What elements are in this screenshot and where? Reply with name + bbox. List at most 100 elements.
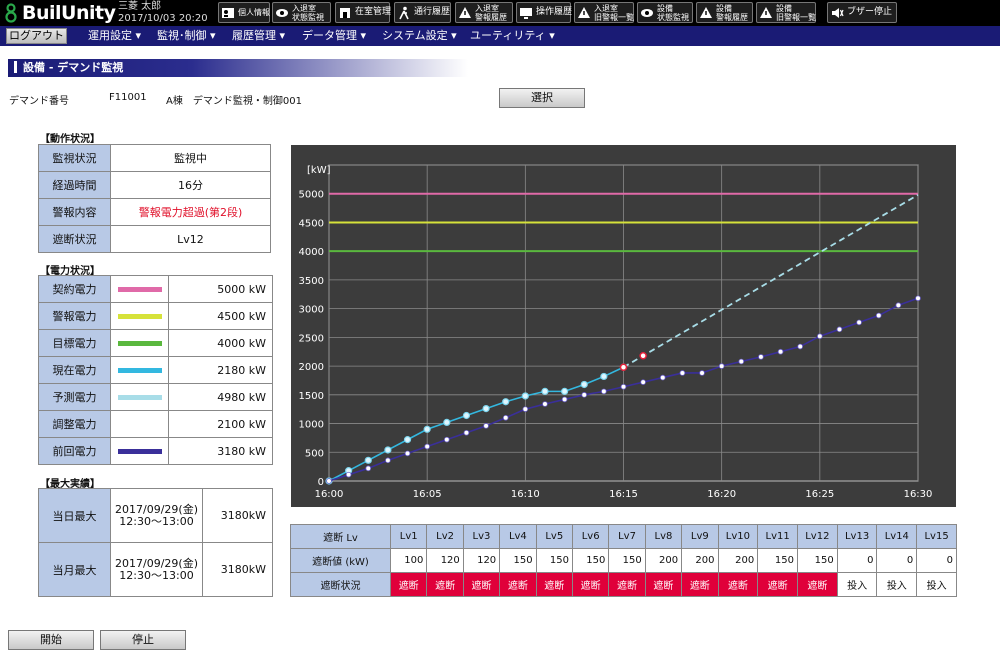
table-row: 監視状況 監視中 [38, 144, 271, 172]
toolbar-facility-old-alarm-button[interactable]: 設備 旧警報一覧 [756, 2, 816, 23]
cutoff-value-cell: 120 [462, 548, 501, 573]
app-logo: BuilUnity [4, 2, 116, 24]
cutoff-status-cell: 遮断 [644, 572, 683, 597]
toolbar-buzzer-stop-button[interactable]: ブザー停止 [827, 2, 897, 23]
power-label: 契約電力 [38, 275, 111, 303]
cutoff-value-cell: 100 [389, 548, 428, 573]
cutoff-level-cell: Lv9 [681, 524, 719, 549]
table-row: 目標電力 4000 kW [38, 329, 273, 357]
data-point [423, 425, 431, 433]
power-label: 予測電力 [38, 383, 111, 411]
cutoff-status-cell: 遮断 [608, 572, 646, 597]
toolbar-personal-info-button[interactable]: 個人情報 [218, 2, 270, 23]
status-value: Lv12 [110, 225, 271, 253]
x-tick-label: 16:15 [609, 489, 638, 500]
data-point [797, 343, 804, 350]
status-label: 遮断状況 [38, 225, 111, 253]
cutoff-level-cell: Lv13 [836, 524, 878, 549]
menu-history-management[interactable]: 履歴管理 ▾ [232, 29, 285, 43]
menu-monitoring-control[interactable]: 監視･制御 ▾ [157, 29, 216, 43]
cutoff-value-cell: 200 [717, 548, 759, 573]
table-row: 遮断 Lv Lv1 Lv2 Lv3 Lv4 Lv5 Lv6 Lv7 Lv8 Lv9 Lv10 Lv1… [290, 524, 957, 549]
data-point [640, 379, 646, 385]
data-point [364, 456, 372, 464]
demand-name: A棟 デマンド監視・制御001 [166, 96, 302, 107]
max-time: 12:30～13:00 [119, 514, 194, 528]
data-point [444, 436, 450, 443]
y-tick-label: 1500 [299, 391, 324, 402]
toolbar-room-management-button[interactable]: 在室管理 [335, 2, 391, 23]
table-row: 当日最大 2017/09/29(金) 12:30～13:00 3180kW [38, 488, 273, 543]
toolbar-facility-alarm-history-button[interactable]: 設備 警報履歴 [696, 2, 753, 23]
menu-system-settings[interactable]: システム設定 ▾ [382, 29, 457, 43]
data-point [699, 370, 705, 376]
forecast-power-swatch [117, 395, 162, 400]
power-label: 目標電力 [38, 329, 111, 357]
data-point [483, 423, 489, 429]
chevron-down-icon: ▾ [279, 29, 286, 42]
walking-icon [399, 6, 409, 19]
data-point [424, 443, 430, 450]
data-point [915, 295, 921, 302]
power-value: 4500 kW [168, 302, 273, 330]
logout-button[interactable]: ログアウト [6, 28, 67, 44]
select-button[interactable]: 選択 [499, 88, 585, 108]
data-point [463, 429, 470, 436]
cutoff-level-cell: Lv7 [608, 524, 646, 549]
power-value: 4000 kW [168, 329, 273, 357]
alarm-icon [459, 6, 471, 18]
data-point [758, 354, 764, 360]
cutoff-value-cell: 150 [535, 548, 573, 573]
menu-operation-settings[interactable]: 運用設定 ▾ [88, 29, 141, 43]
x-tick-label: 16:05 [413, 489, 442, 500]
table-row: 遮断値 (kW) 100 120 120 150 150 150 150 200 200 200 1… [290, 548, 957, 573]
data-point [345, 471, 352, 478]
toolbar-access-old-alarm-button[interactable]: 入退室 旧警報一覧 [574, 2, 634, 23]
max-label: 当月最大 [38, 542, 111, 597]
cutoff-status-cell: 遮断 [499, 572, 537, 597]
data-point [385, 457, 391, 464]
toolbar-operation-history-button[interactable]: 操作履歴 [516, 2, 572, 23]
start-button[interactable]: 開始 [8, 630, 94, 650]
chevron-down-icon: ▾ [451, 29, 457, 42]
y-tick-label: 4500 [299, 218, 324, 229]
cutoff-value-header: 遮断値 (kW) [290, 548, 391, 573]
toolbar-facility-status-button[interactable]: 設備 状態監視 [637, 2, 693, 23]
max-time: 12:30～13:00 [119, 568, 194, 582]
cutoff-value-cell: 150 [499, 548, 537, 573]
x-tick-label: 16:00 [315, 489, 344, 500]
toolbar-access-alarm-history-button[interactable]: 入退室 警報履歴 [455, 2, 513, 23]
menu-data-management[interactable]: データ管理 ▾ [302, 29, 366, 43]
toolbar-access-status-button[interactable]: 入退室 状態監視 [272, 2, 331, 23]
demand-number-label: デマンド番号 [9, 96, 69, 107]
data-point [462, 411, 471, 420]
monitor-icon [520, 7, 532, 19]
data-point [404, 450, 411, 457]
title-marker [14, 61, 17, 73]
contract-power-swatch [117, 287, 162, 292]
cutoff-level-cell: Lv11 [757, 524, 798, 549]
cutoff-value-cell: 150 [608, 548, 646, 573]
data-point [580, 380, 588, 389]
power-value: 5000 kW [168, 275, 273, 303]
cutoff-level-cell: Lv10 [717, 524, 759, 549]
stop-button[interactable]: 停止 [100, 630, 186, 650]
cutoff-status-cell: 遮断 [681, 572, 719, 597]
cutoff-status-cell: 遮断 [389, 572, 428, 597]
y-tick-label: 2500 [299, 333, 324, 344]
table-row: 予測電力 4980 kW [38, 383, 273, 411]
page-title: 設備 - デマンド監視 [8, 59, 468, 77]
cutoff-level-header: 遮断 Lv [290, 524, 391, 549]
toolbar-passage-history-button[interactable]: 通行履歴 [394, 2, 451, 23]
chevron-down-icon: ▾ [135, 29, 142, 42]
data-point [443, 418, 451, 426]
alarm-icon [700, 6, 712, 18]
max-value: 3180kW [202, 488, 273, 543]
table-row: 遮断状況 遮断 遮断 遮断 遮断 遮断 遮断 遮断 遮断 遮断 遮断 遮断 遮断 投入 投入 投入 [290, 572, 957, 597]
power-label: 警報電力 [38, 302, 111, 330]
x-tick-label: 16:20 [707, 489, 736, 500]
table-row: 前回電力 3180 kW [38, 437, 273, 465]
max-date: 2017/09/29(金) [115, 502, 198, 516]
menu-utility[interactable]: ユーティリティ ▾ [470, 29, 555, 43]
current-power-swatch [117, 368, 162, 373]
